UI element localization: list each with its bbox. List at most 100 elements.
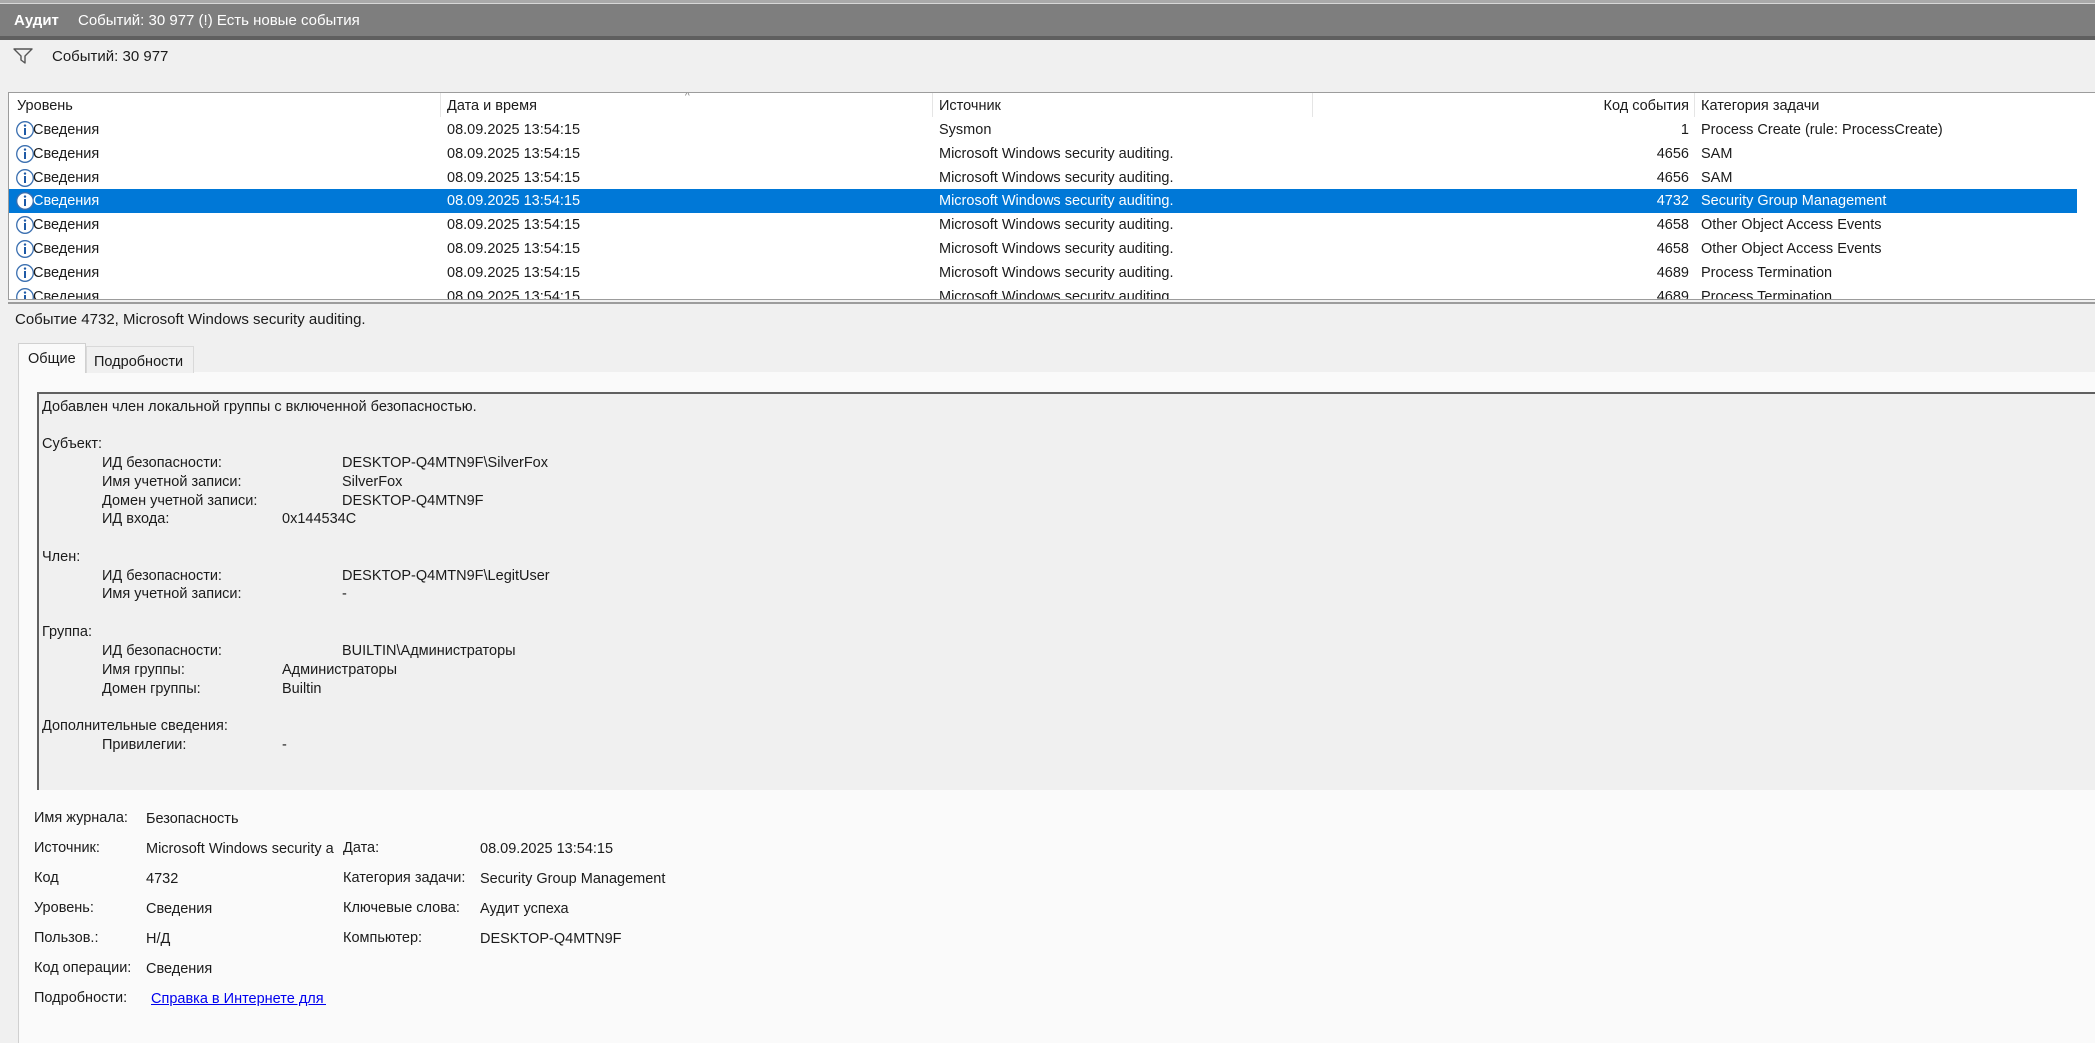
- task-category-cell: Process Create (rule: ProcessCreate): [1701, 122, 1943, 138]
- group-sid-label: ИД безопасности:: [102, 643, 222, 659]
- info-icon: [16, 287, 34, 299]
- subject-sid-label: ИД безопасности:: [102, 455, 222, 471]
- log-title: Аудит: [14, 12, 59, 29]
- filter-event-count: Событий: 30 977: [52, 48, 169, 65]
- subject-sid-value: DESKTOP-Q4MTN9F\SilverFox: [342, 455, 548, 471]
- group-header: Группа:: [42, 624, 92, 640]
- column-header-event-code[interactable]: Код события: [1512, 98, 1689, 114]
- info-icon: [16, 216, 34, 235]
- column-header-task-category[interactable]: Категория задачи: [1701, 98, 1819, 114]
- header-divider: [0, 36, 2095, 40]
- member-sid-value: DESKTOP-Q4MTN9F\LegitUser: [342, 568, 550, 584]
- table-row[interactable]: Сведения 08.09.2025 13:54:15 Microsoft Win…: [9, 213, 2077, 237]
- more-info-label: Подробности:: [34, 990, 128, 1006]
- info-icon: [16, 144, 34, 163]
- group-name-label: Имя группы:: [102, 662, 185, 678]
- tab-details-label: Подробности: [94, 354, 184, 370]
- event-detail-title: Событие 4732, Microsoft Windows security…: [15, 311, 366, 328]
- level-cell: Сведения: [33, 145, 100, 162]
- datetime-cell: 08.09.2025 13:54:15: [447, 145, 581, 162]
- event-code-cell: 4658: [1656, 241, 1689, 257]
- column-header-level[interactable]: Уровень: [17, 98, 73, 114]
- table-row[interactable]: Сведения 08.09.2025 13:54:15 Microsoft Win…: [9, 285, 2077, 300]
- tab-general-label: Общие: [28, 351, 76, 367]
- datetime-cell: 08.09.2025 13:54:15: [447, 193, 581, 210]
- task-category-cell: Process Termination: [1701, 288, 1833, 300]
- level-value[interactable]: Сведения: [146, 901, 212, 917]
- table-row[interactable]: Сведения 08.09.2025 13:54:15 Microsoft Win…: [9, 261, 2077, 285]
- column-divider[interactable]: [932, 93, 933, 117]
- column-header-datetime[interactable]: Дата и время: [447, 98, 537, 114]
- source-cell: Microsoft Windows security auditing.: [939, 264, 1174, 281]
- table-row[interactable]: Сведения 08.09.2025 13:54:15 Microsoft Win…: [9, 142, 2077, 166]
- keywords-label: Ключевые слова:: [343, 900, 460, 916]
- subject-domain-value: DESKTOP-Q4MTN9F: [342, 493, 484, 509]
- info-icon: [16, 192, 34, 211]
- column-divider[interactable]: [440, 93, 441, 117]
- log-name-value: Безопасность: [146, 811, 239, 827]
- table-row[interactable]: Сведения 08.09.2025 13:54:15 Microsoft Win…: [9, 166, 2077, 190]
- code-label: Код: [34, 870, 59, 886]
- source-cell: Microsoft Windows security auditing.: [939, 145, 1174, 162]
- filter-icon[interactable]: [12, 46, 34, 66]
- info-icon: [16, 240, 34, 258]
- group-name-value: Администраторы: [282, 662, 398, 678]
- tab-details[interactable]: Подробности: [86, 346, 194, 373]
- user-label: Пользов.:: [34, 930, 99, 946]
- subject-account-value: SilverFox: [342, 474, 403, 490]
- source-label: Источник:: [34, 840, 100, 856]
- source-cell: Microsoft Windows security auditing.: [939, 241, 1174, 257]
- computer-value[interactable]: DESKTOP-Q4MTN9F: [480, 931, 622, 947]
- level-label: Уровень:: [34, 900, 94, 916]
- tab-general[interactable]: Общие: [18, 343, 86, 373]
- user-value[interactable]: Н/Д: [146, 931, 170, 947]
- subject-logon-id-label: ИД входа:: [102, 511, 170, 527]
- table-row[interactable]: Сведения 08.09.2025 13:54:15 Microsoft Win…: [9, 189, 2077, 214]
- group-domain-value: Builtin: [282, 681, 322, 697]
- task-category-cell: Other Object Access Events: [1701, 217, 1882, 234]
- level-cell: Сведения: [33, 193, 100, 210]
- task-category-cell: Other Object Access Events: [1701, 241, 1882, 257]
- datetime-cell: 08.09.2025 13:54:15: [447, 264, 581, 281]
- table-header: Уровень Дата и время ^ Источник Код собы…: [9, 93, 2095, 117]
- level-cell: Сведения: [33, 241, 100, 257]
- subject-domain-label: Домен учетной записи:: [102, 493, 258, 509]
- level-cell: Сведения: [33, 169, 100, 186]
- opcode-label: Код операции:: [34, 960, 132, 976]
- datetime-cell: 08.09.2025 13:54:15: [447, 217, 581, 234]
- member-account-value: -: [342, 586, 347, 602]
- privileges-label: Привилегии:: [102, 737, 187, 753]
- date-value[interactable]: 08.09.2025 13:54:15: [480, 841, 613, 857]
- datetime-cell: 08.09.2025 13:54:15: [447, 288, 581, 300]
- table-row[interactable]: Сведения 08.09.2025 13:54:15 Sysmon 1 Proces…: [9, 118, 2077, 142]
- task-category-cell: Process Termination: [1701, 264, 1833, 281]
- subject-logon-id-value: 0x144534C: [282, 511, 357, 527]
- code-value[interactable]: 4732: [146, 871, 178, 887]
- member-header: Член:: [42, 549, 81, 565]
- level-cell: Сведения: [33, 122, 100, 138]
- table-row[interactable]: Сведения 08.09.2025 13:54:15 Microsoft Win…: [9, 237, 2077, 261]
- info-icon: [16, 168, 34, 187]
- subject-account-label: Имя учетной записи:: [102, 474, 242, 490]
- group-sid-value: BUILTIN\Администраторы: [342, 643, 516, 659]
- event-message-box[interactable]: Добавлен член локальной группы с включен…: [37, 392, 2095, 790]
- column-divider[interactable]: [1694, 93, 1695, 117]
- keywords-value[interactable]: Аудит успеха: [480, 901, 569, 917]
- privileges-value: -: [282, 737, 287, 753]
- task-category-value[interactable]: Security Group Management: [480, 871, 665, 887]
- opcode-value[interactable]: Сведения: [146, 961, 212, 977]
- column-divider[interactable]: [1312, 93, 1313, 117]
- subject-header: Субъект:: [42, 436, 103, 452]
- member-account-label: Имя учетной записи:: [102, 586, 242, 602]
- filter-bar: [8, 42, 2095, 90]
- online-help-link[interactable]: Справка в Интернете для журнала событий: [151, 991, 326, 1007]
- level-cell: Сведения: [33, 264, 100, 281]
- info-icon: [16, 121, 34, 139]
- event-count-notice: Событий: 30 977 (!) Есть новые события: [78, 12, 360, 29]
- column-header-source[interactable]: Источник: [939, 98, 1001, 114]
- source-value[interactable]: Microsoft Windows security auditing.: [146, 841, 334, 857]
- message-intro: Добавлен член локальной группы с включен…: [42, 399, 477, 415]
- event-code-cell: 4658: [1656, 217, 1689, 234]
- task-category-label: Категория задачи:: [343, 870, 466, 886]
- source-cell: Sysmon: [939, 122, 992, 138]
